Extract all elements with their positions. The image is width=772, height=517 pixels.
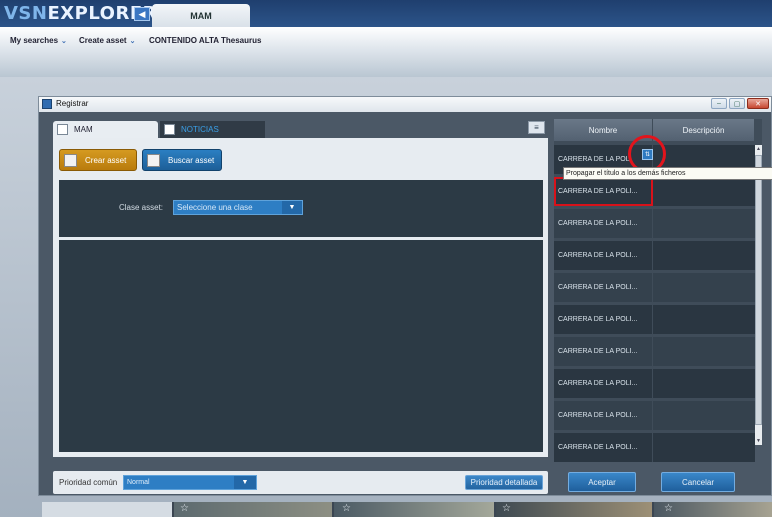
table-row[interactable]: CARRERA DE LA POLI... [554, 273, 755, 302]
aceptar-button[interactable]: Aceptar [568, 472, 636, 492]
tab-mam[interactable]: MAM [152, 4, 250, 28]
tab-noticias[interactable]: NOTICIAS [160, 121, 265, 138]
menu-create-asset[interactable]: Create asset ⌄ [79, 36, 135, 45]
panel-toggle-icon[interactable]: ≡ [528, 121, 545, 134]
clase-asset-area: Clase asset: Seleccione una clase ▼ [59, 180, 543, 237]
mam-panel: Crear asset Buscar asset Clase asset: Se… [53, 138, 548, 457]
prioridad-bar: Prioridad común Normal ▼ Prioridad detal… [53, 471, 548, 494]
table-row[interactable]: CARRERA DE LA POLI... [554, 305, 755, 334]
table-row[interactable]: CARRERA DE LA POLI... [554, 369, 755, 398]
dialog-title: Registrar [56, 99, 89, 108]
tab-checkbox[interactable] [57, 124, 68, 135]
table-row[interactable]: CARRERA DE LA POLI... [554, 209, 755, 238]
cell-descripcion[interactable] [653, 369, 755, 398]
chevron-down-icon: ▼ [282, 201, 302, 214]
thumbnail[interactable] [42, 502, 172, 517]
prioridad-label: Prioridad común [59, 478, 118, 487]
scroll-thumb[interactable] [755, 155, 762, 425]
star-icon[interactable]: ☆ [664, 503, 673, 514]
table-row[interactable]: CARRERA DE LA POLI... [554, 433, 755, 462]
registrar-dialog: Registrar – ▢ ✕ MAM NOTICIAS ≡ Crear ass… [38, 96, 772, 496]
cell-descripcion[interactable] [653, 433, 755, 462]
crear-asset-checkbox[interactable] [64, 153, 77, 167]
table-row[interactable]: CARRERA DE LA POLI... [554, 241, 755, 270]
table-rows: CARRERA DE LA POL CARRERA DE LA POLI... … [554, 145, 755, 465]
cell-nombre[interactable]: CARRERA DE LA POLI... [554, 433, 653, 462]
menu-bar: My searches ⌄ Create asset ⌄ CONTENIDO ALT… [0, 27, 772, 77]
cell-nombre[interactable]: CARRERA DE LA POLI... [554, 369, 653, 398]
chevron-left-icon[interactable]: ◀ [134, 7, 150, 21]
scroll-up-icon[interactable]: ▲ [755, 145, 762, 153]
table-scrollbar[interactable]: ▲ ▼ [755, 145, 762, 445]
dialog-titlebar: Registrar – ▢ ✕ [39, 97, 771, 112]
chevron-down-icon: ▼ [234, 476, 256, 489]
cell-nombre[interactable]: CARRERA DE LA POLI... [554, 337, 653, 366]
menu-thesaurus[interactable]: Thesaurus [221, 36, 261, 45]
cell-descripcion[interactable] [653, 209, 755, 238]
top-bar: VSNEXPLORER ◀ MAM [0, 0, 772, 28]
cell-descripcion[interactable] [653, 273, 755, 302]
cell-descripcion[interactable] [653, 337, 755, 366]
cell-nombre[interactable]: CARRERA DE LA POLI... [554, 401, 653, 430]
cell-descripcion[interactable] [653, 401, 755, 430]
tab-mam-registro[interactable]: MAM [53, 121, 158, 138]
menu-my-searches[interactable]: My searches ⌄ [10, 36, 67, 45]
thumbnail[interactable]: ☆ [496, 502, 652, 517]
chevron-down-icon: ⌄ [61, 38, 67, 45]
star-icon[interactable]: ☆ [342, 503, 351, 514]
thumbnail-strip: ☆ ☆ ☆ ☆ [42, 502, 772, 517]
header-descripcion[interactable]: Descripción [653, 119, 755, 141]
app-window-icon [42, 99, 52, 109]
buscar-asset-button[interactable]: Buscar asset [142, 149, 222, 171]
chevron-down-icon: ⌄ [129, 38, 136, 45]
menu-contenido-alta[interactable]: CONTENIDO ALTA [149, 36, 219, 45]
close-icon[interactable]: ✕ [747, 98, 769, 109]
clase-asset-select[interactable]: Seleccione una clase ▼ [173, 200, 303, 215]
table-row[interactable]: CARRERA DE LA POLI... [554, 401, 755, 430]
crear-asset-button[interactable]: Crear asset [59, 149, 137, 171]
prioridad-select[interactable]: Normal ▼ [123, 475, 257, 490]
asset-form-area [59, 240, 543, 452]
cell-nombre[interactable]: CARRERA DE LA POLI... [554, 305, 653, 334]
prioridad-detallada-button[interactable]: Prioridad detallada [465, 475, 543, 490]
scroll-down-icon[interactable]: ▼ [755, 437, 762, 445]
cancelar-button[interactable]: Cancelar [661, 472, 735, 492]
star-icon[interactable]: ☆ [502, 503, 511, 514]
cell-nombre[interactable]: CARRERA DE LA POLI... [554, 273, 653, 302]
cell-descripcion[interactable] [653, 305, 755, 334]
maximize-icon[interactable]: ▢ [729, 98, 745, 109]
cell-descripcion[interactable] [653, 241, 755, 270]
table-row[interactable]: CARRERA DE LA POLI... [554, 337, 755, 366]
cell-nombre[interactable]: CARRERA DE LA POLI... [554, 177, 653, 206]
table-row[interactable]: CARRERA DE LA POLI... [554, 177, 755, 206]
cell-nombre[interactable]: CARRERA DE LA POLI... [554, 241, 653, 270]
buscar-asset-checkbox[interactable] [147, 153, 160, 167]
thumbnail[interactable]: ☆ [334, 502, 494, 517]
star-icon[interactable]: ☆ [180, 503, 189, 514]
propagate-tooltip: Propagar el título a los demás ficheros [563, 167, 772, 180]
minimize-icon[interactable]: – [711, 98, 727, 109]
cell-nombre[interactable]: CARRERA DE LA POLI... [554, 209, 653, 238]
clase-asset-label: Clase asset: [119, 203, 164, 212]
cell-descripcion[interactable] [653, 177, 755, 206]
thumbnail[interactable]: ☆ [174, 502, 332, 517]
tab-checkbox[interactable] [164, 124, 175, 135]
thumbnail[interactable]: ☆ [654, 502, 772, 517]
